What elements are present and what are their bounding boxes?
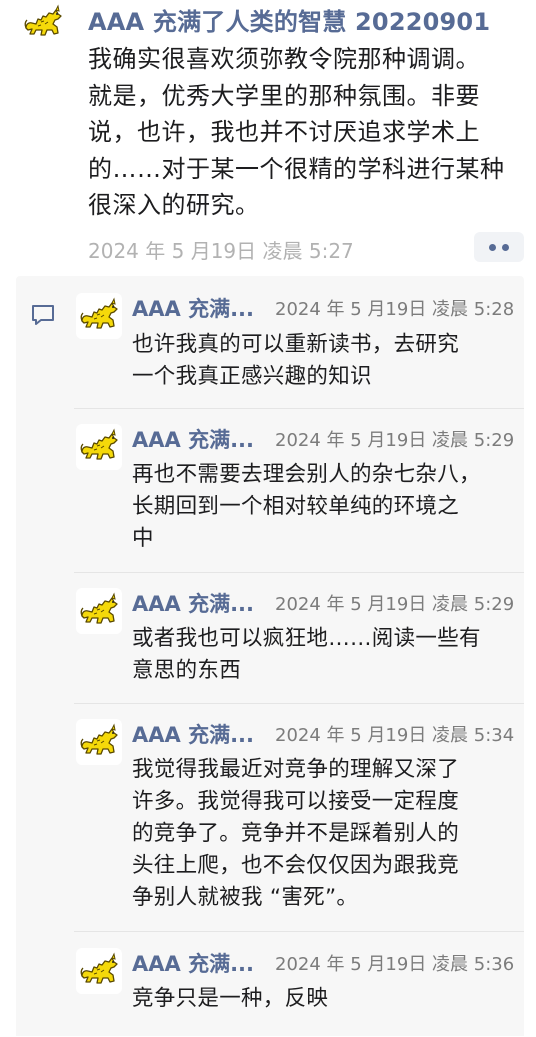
post-line: 我确实很喜欢须弥教令院那种调调。	[88, 45, 480, 73]
comment-line: 中	[132, 526, 154, 551]
commenter-avatar-icon[interactable]	[76, 293, 122, 339]
more-dots-icon[interactable]	[474, 232, 524, 262]
comment-timestamp: 2024 年 5 月19日 凌晨 5:36	[275, 954, 515, 975]
post-line: 的……对于某一个很精的学科进行某种	[88, 154, 505, 183]
comment-text: 再也不需要去理会别人的杂七杂八， 长期回到一个相对较单纯的环境之 中	[132, 459, 512, 555]
comment-item: AAA 充满... 2024 年 5 月19日 凌晨 5:34 我觉得我最近对竞…	[74, 703, 524, 932]
comment-text: 我觉得我最近对竞争的理解又深了 许多。我觉得我可以接受一定程度 的竞争了。竞争并…	[132, 754, 512, 914]
more-dot	[489, 243, 496, 251]
more-dot	[502, 243, 509, 251]
author-avatar-icon[interactable]	[22, 2, 64, 44]
comment-line: 许多。我觉得我可以接受一定程度	[132, 789, 460, 814]
comment-line: 长期回到一个相对较单纯的环境之	[132, 494, 460, 519]
comment-item: AAA 充满... 2024 年 5 月19日 凌晨 5:36 竞争只是一种，反…	[74, 931, 524, 1037]
comment-timestamp: 2024 年 5 月19日 凌晨 5:29	[275, 430, 515, 451]
commenter-name[interactable]: AAA 充满...	[132, 719, 254, 749]
comment-line: 争别人就被我 “害死”。	[132, 885, 359, 910]
commenter-avatar-icon[interactable]	[76, 424, 122, 470]
commenter-avatar-icon[interactable]	[76, 719, 122, 765]
post-body-text: 我确实很喜欢须弥教令院那种调调。 就是，优秀大学里的那种氛围。非要 说，也许，我…	[88, 41, 523, 224]
comment-line: 或者我也可以疯狂地……阅读一些有	[132, 626, 481, 651]
comment-text: 或者我也可以疯狂地……阅读一些有 意思的东西	[132, 623, 512, 687]
comment-line: 我觉得我最近对竞争的理解又深了	[132, 757, 460, 782]
commenter-name[interactable]: AAA 充满...	[132, 293, 254, 323]
comment-text: 竞争只是一种，反映	[132, 983, 512, 1015]
moment-post: AAA 充满了人类的智慧 20220901 我确实很喜欢须弥教令院那种调调。 就…	[0, 0, 536, 270]
commenter-name[interactable]: AAA 充满...	[132, 948, 254, 978]
comment-item: AAA 充满... 2024 年 5 月19日 凌晨 5:29 再也不需要去理会…	[74, 408, 524, 573]
commenter-name[interactable]: AAA 充满...	[132, 588, 254, 618]
commenter-avatar-icon[interactable]	[76, 948, 122, 994]
comment-text: 也许我真的可以重新读书，去研究 一个我真正感兴趣的知识	[132, 329, 512, 393]
comment-item: AAA 充满... 2024 年 5 月19日 凌晨 5:28 也许我真的可以重…	[74, 290, 524, 408]
comment-line: 竞争只是一种，反映	[132, 986, 329, 1011]
comment-line: 意思的东西	[132, 658, 242, 683]
commenter-avatar-icon[interactable]	[76, 588, 122, 634]
comment-timestamp: 2024 年 5 月19日 凌晨 5:34	[275, 725, 515, 746]
comment-item: AAA 充满... 2024 年 5 月19日 凌晨 5:29 或者我也可以疯狂…	[74, 572, 524, 704]
comment-line: 再也不需要去理会别人的杂七杂八，	[132, 462, 481, 487]
comment-line: 的竞争了。竞争并不是踩着别人的	[132, 821, 460, 846]
comment-timestamp: 2024 年 5 月19日 凌晨 5:29	[275, 594, 515, 615]
comment-timestamp: 2024 年 5 月19日 凌晨 5:28	[275, 299, 515, 320]
commenter-name[interactable]: AAA 充满...	[132, 424, 254, 454]
post-author-name[interactable]: AAA 充满了人类的智慧 20220901	[88, 2, 490, 37]
comment-bubble-icon	[32, 305, 54, 325]
comment-line: 一个我真正感兴趣的知识	[132, 364, 372, 389]
post-line: 很深入的研究。	[88, 191, 260, 219]
comment-line: 头往上爬，也不会仅仅因为跟我竞	[132, 853, 460, 878]
comments-panel: AAA 充满... 2024 年 5 月19日 凌晨 5:28 也许我真的可以重…	[16, 276, 524, 1036]
post-timestamp: 2024 年 5 月19日 凌晨 5:27	[88, 239, 354, 263]
post-line: 说，也许，我也并不讨厌追求学术上	[88, 118, 480, 146]
comment-line: 也许我真的可以重新读书，去研究	[132, 332, 460, 357]
post-line: 就是，优秀大学里的那种氛围。非要	[88, 81, 480, 110]
